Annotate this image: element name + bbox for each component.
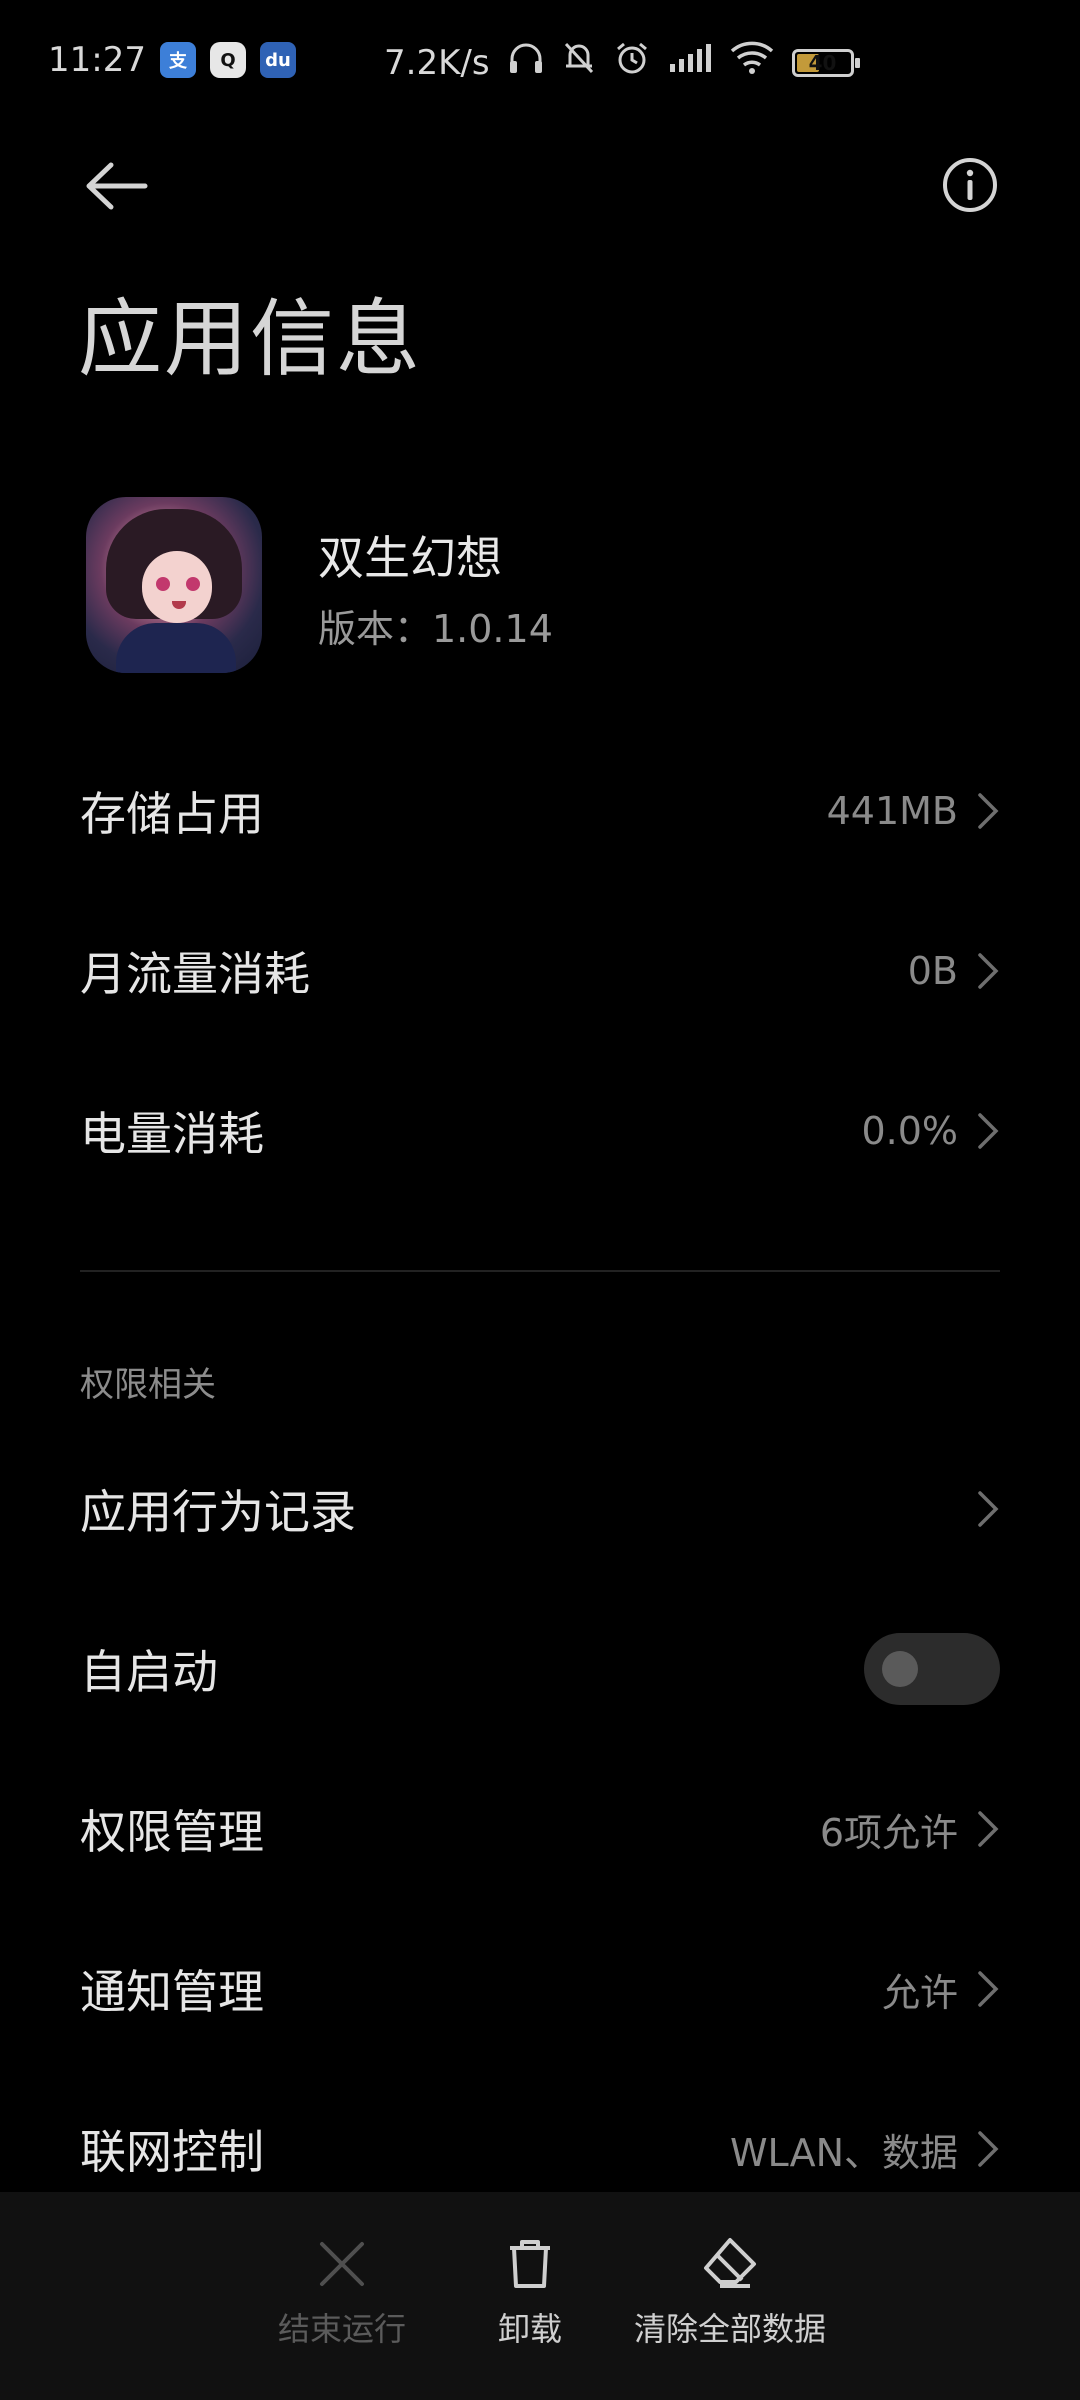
app-version: 版本：1.0.14	[318, 607, 553, 651]
stop-button[interactable]: 结束运行	[232, 2236, 452, 2376]
data-usage-row[interactable]: 月流量消耗 0B	[80, 916, 1000, 1026]
section-label: 权限相关	[80, 1365, 216, 1405]
alarm-icon	[614, 40, 650, 85]
back-button[interactable]	[80, 150, 152, 222]
notification-management-row[interactable]: 通知管理 允许	[80, 1934, 1000, 2044]
back-arrow-icon	[86, 162, 148, 210]
row-label: 月流量消耗	[80, 947, 310, 1001]
wifi-icon	[730, 41, 774, 84]
permission-management-row[interactable]: 权限管理 6项允许	[80, 1774, 1000, 1884]
app-name: 双生幻想	[318, 531, 502, 585]
chevron-right-icon	[978, 1971, 999, 2007]
status-bar: 11:27 支 Q du 7.2K/s 40	[0, 0, 1080, 130]
chevron-right-icon	[978, 2131, 999, 2167]
battery-usage-row[interactable]: 电量消耗 0.0%	[80, 1076, 1000, 1186]
row-label: 通知管理	[80, 1965, 264, 2019]
status-bar-right: 7.2K/s 40	[384, 40, 860, 85]
uninstall-label: 卸载	[497, 2310, 562, 2348]
row-label: 权限管理	[80, 1805, 264, 1859]
trash-icon	[510, 2240, 550, 2288]
stop-label: 结束运行	[277, 2310, 406, 2348]
row-label: 电量消耗	[80, 1107, 264, 1161]
network-speed: 7.2K/s	[384, 42, 490, 83]
row-label: 存储占用	[80, 787, 264, 841]
chevron-right-icon	[978, 1113, 999, 1149]
row-label: 应用行为记录	[80, 1485, 356, 1539]
status-time: 11:27	[48, 40, 146, 80]
app-behavior-row[interactable]: 应用行为记录	[80, 1454, 1000, 1564]
battery-icon: 40	[791, 48, 860, 77]
chevron-right-icon	[978, 953, 999, 989]
battery-level: 40	[808, 50, 837, 75]
row-value: 允许	[881, 1970, 958, 2015]
storage-row[interactable]: 存储占用 441MB	[80, 756, 1000, 866]
clear-data-button[interactable]: 清除全部数据	[620, 2236, 840, 2376]
autostart-toggle[interactable]	[864, 1633, 1000, 1705]
row-value: 6项允许	[819, 1810, 958, 1855]
row-label: 联网控制	[80, 2125, 264, 2179]
page-title: 应用信息	[78, 290, 423, 388]
row-value: WLAN、数据	[729, 2130, 958, 2175]
eraser-icon	[704, 2238, 756, 2288]
status-bar-left: 11:27 支 Q du	[48, 40, 296, 80]
chevron-right-icon	[978, 1811, 999, 1847]
uninstall-button[interactable]: 卸载	[420, 2236, 640, 2376]
row-value: 0B	[907, 949, 958, 993]
alipay-icon: 支	[159, 42, 196, 78]
clear-data-label: 清除全部数据	[633, 2310, 826, 2348]
baidu-icon: du	[259, 42, 296, 78]
signal-icon	[668, 42, 712, 83]
toggle-knob	[882, 1651, 918, 1687]
section-divider	[80, 1270, 1000, 1272]
bell-mute-icon	[562, 40, 596, 85]
autostart-row: 自启动	[80, 1614, 1000, 1724]
chevron-right-icon	[978, 793, 999, 829]
row-value: 0.0%	[861, 1109, 958, 1153]
row-value: 441MB	[826, 789, 958, 833]
chevron-right-icon	[978, 1491, 999, 1527]
network-control-row[interactable]: 联网控制 WLAN、数据	[80, 2094, 1000, 2204]
close-icon	[320, 2242, 364, 2286]
headphones-icon	[508, 41, 544, 84]
bottom-action-bar: 结束运行 卸载 清除全部数据	[0, 2192, 1080, 2400]
row-label: 自启动	[80, 1645, 218, 1699]
info-button[interactable]	[930, 145, 1010, 225]
info-icon	[943, 158, 997, 212]
app-icon	[86, 497, 262, 673]
qq-icon: Q	[209, 42, 246, 78]
